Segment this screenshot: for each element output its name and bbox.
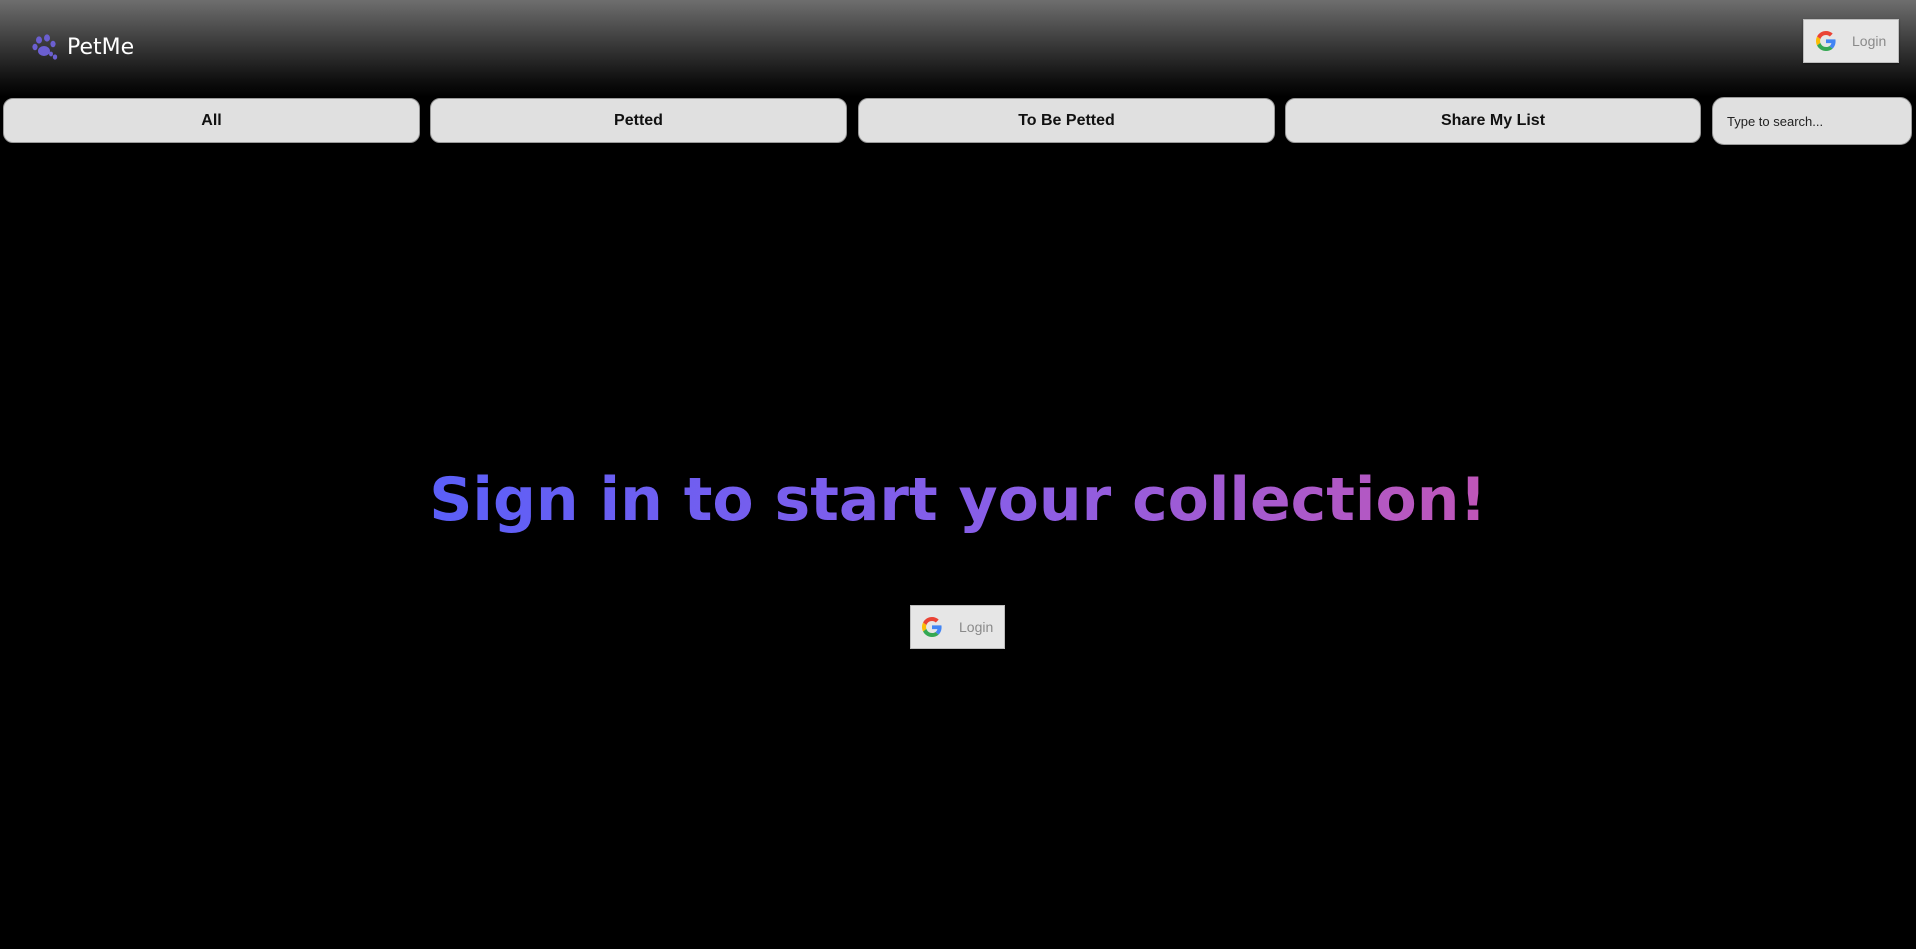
google-icon — [1816, 31, 1836, 51]
tab-share-my-list[interactable]: Share My List — [1285, 98, 1701, 143]
paw-icon — [32, 34, 58, 60]
tab-all[interactable]: All — [3, 98, 420, 143]
top-header: PetMe Login — [0, 0, 1916, 97]
headline-text: Sign in to start your collection! — [429, 465, 1487, 535]
brand[interactable]: PetMe — [31, 33, 134, 61]
header-login-button[interactable]: Login — [1803, 19, 1899, 63]
tab-petted[interactable]: Petted — [430, 98, 847, 143]
header-login-label: Login — [1852, 33, 1887, 49]
signin-headline: Sign in to start your collection! — [0, 460, 1916, 540]
filter-tabs: All Petted To Be Petted Share My List — [0, 97, 1916, 145]
tab-to-be-petted[interactable]: To Be Petted — [858, 98, 1275, 143]
google-icon — [922, 617, 942, 637]
search-input[interactable] — [1712, 97, 1912, 145]
brand-name: PetMe — [67, 34, 135, 60]
main-login-label: Login — [959, 619, 994, 635]
main-login-button[interactable]: Login — [910, 605, 1005, 649]
